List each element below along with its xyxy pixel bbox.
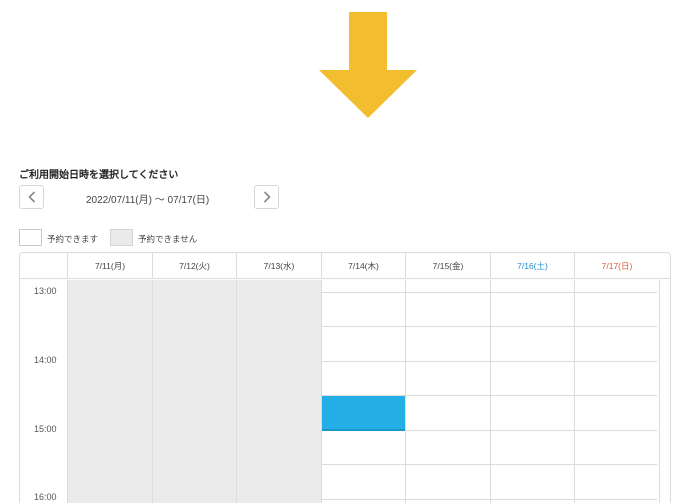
slot-divider: [321, 361, 657, 362]
day-header-7-13: 7/13(水): [236, 253, 321, 279]
down-arrow-icon: [319, 12, 417, 118]
day-header-7-15: 7/15(金): [405, 253, 490, 279]
legend-unavailable-swatch: [110, 229, 133, 246]
selected-time-slot[interactable]: [322, 396, 405, 431]
day-column-7-13: [236, 280, 321, 503]
legend-available-swatch: [19, 229, 42, 246]
prev-week-button[interactable]: [19, 185, 44, 209]
calendar-header-row: 7/11(月) 7/12(火) 7/13(水) 7/14(木) 7/15(金) …: [20, 253, 670, 279]
day-column-7-11: [67, 280, 152, 503]
slot-divider: [321, 499, 657, 500]
legend-available-label: 予約できます: [47, 234, 99, 244]
day-column-7-15[interactable]: [405, 280, 490, 503]
chevron-left-icon: [27, 191, 35, 203]
time-label-15: 15:00: [34, 424, 57, 434]
day-header-7-11: 7/11(月): [67, 253, 152, 279]
slot-divider: [321, 464, 657, 465]
day-column-7-17[interactable]: [574, 280, 659, 503]
chevron-right-icon: [263, 191, 271, 203]
date-range: 2022/07/11(月) ～ 07/17(日): [86, 195, 210, 206]
day-header-7-17: 7/17(日): [574, 253, 659, 279]
next-week-button[interactable]: [254, 185, 279, 209]
time-label-13: 13:00: [34, 286, 57, 296]
day-header-7-12: 7/12(火): [152, 253, 236, 279]
slot-divider: [321, 292, 657, 293]
day-column-7-16[interactable]: [490, 280, 574, 503]
day-header-7-16: 7/16(土): [490, 253, 574, 279]
time-label-16: 16:00: [34, 492, 57, 502]
time-label-14: 14:00: [34, 355, 57, 365]
page-title: ご利用開始日時を選択してください: [19, 170, 179, 181]
day-column-7-12: [152, 280, 236, 503]
grid-right-edge: [659, 280, 670, 503]
day-header-7-14: 7/14(木): [321, 253, 405, 279]
legend-unavailable-label: 予約できません: [138, 234, 198, 244]
calendar-grid: 7/11(月) 7/12(火) 7/13(水) 7/14(木) 7/15(金) …: [19, 252, 671, 503]
slot-divider: [321, 326, 657, 327]
day-column-7-14[interactable]: [321, 280, 405, 503]
